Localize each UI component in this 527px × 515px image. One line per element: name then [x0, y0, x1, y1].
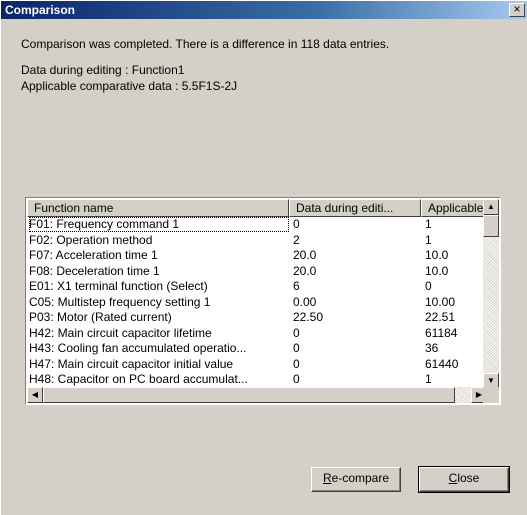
- table-row[interactable]: F01: Frequency command 1 0 1: [27, 217, 487, 232]
- scroll-up-icon[interactable]: ▲: [483, 199, 499, 215]
- applicable-data-cell: 22.51: [425, 310, 456, 324]
- editing-data-cell: 6: [293, 279, 300, 293]
- column-function-name[interactable]: Function name: [27, 199, 289, 217]
- editing-data-cell: 0: [293, 372, 300, 386]
- applicable-data-cell: 61440: [425, 356, 459, 371]
- table-row[interactable]: F02: Operation method 2 1: [27, 233, 487, 248]
- editing-data-cell: 0: [293, 217, 300, 231]
- applicable-data-cell: 61184: [425, 325, 458, 340]
- close-label: lose: [457, 471, 480, 485]
- recompare-accelerator: R: [322, 471, 332, 485]
- horizontal-scrollbar[interactable]: ◀ ▶: [27, 387, 487, 403]
- table-row[interactable]: H42: Main circuit capacitor lifetime 0 611…: [27, 326, 487, 341]
- editing-data-cell: 20.0: [293, 248, 317, 262]
- recompare-label: e-compare: [331, 471, 390, 485]
- editing-data-cell: 0: [293, 356, 300, 371]
- dialog-title: Comparison: [5, 3, 76, 17]
- editing-data-cell: 0: [293, 325, 300, 340]
- applicable-data-cell: 10.0: [425, 263, 449, 278]
- close-button[interactable]: Close: [418, 466, 510, 493]
- function-name-cell: F08: Deceleration time 1: [29, 263, 160, 278]
- editing-data-cell: 0: [293, 341, 300, 355]
- applicable-data-cell: 0: [425, 279, 432, 293]
- applicable-data-cell: 36: [425, 341, 439, 355]
- applicable-data-cell: 10.0: [425, 248, 449, 262]
- function-name-cell: H47: Main circuit capacitor initial valu…: [29, 356, 234, 371]
- table-row[interactable]: C05: Multistep frequency setting 1 0.00 10…: [27, 295, 487, 310]
- function-name-cell: H43: Cooling fan accumulated operatio...: [29, 341, 247, 355]
- table-row[interactable]: F07: Acceleration time 1 20.0 10.0: [27, 248, 487, 263]
- table-row[interactable]: H43: Cooling fan accumulated operatio...…: [27, 341, 487, 356]
- function-name-cell: H48: Capacitor on PC board accumulat...: [29, 372, 248, 386]
- function-name-cell: F07: Acceleration time 1: [29, 248, 158, 262]
- scrollbar-corner: [483, 387, 499, 403]
- editing-data-text: Data during editing : Function1: [21, 63, 185, 77]
- close-icon[interactable]: ×: [509, 3, 525, 17]
- scroll-left-icon[interactable]: ◀: [27, 387, 43, 403]
- editing-data-cell: 22.50: [293, 310, 324, 324]
- applicable-data-cell: 10.00: [425, 294, 456, 309]
- vertical-scrollbar[interactable]: ▲ ▼: [483, 199, 499, 389]
- editing-data-cell: 0.00: [293, 294, 317, 309]
- vertical-scroll-thumb[interactable]: [483, 215, 499, 237]
- list-rows: F01: Frequency command 1 0 1 F02: Operation…: [27, 217, 487, 390]
- applicable-data-text: Applicable comparative data : 5.5F1S-2J: [21, 79, 238, 93]
- function-name-cell: F02: Operation method: [29, 232, 153, 247]
- applicable-data-cell: 1: [425, 217, 432, 231]
- editing-data-cell: 20.0: [293, 263, 317, 278]
- horizontal-scroll-thumb[interactable]: [43, 387, 455, 403]
- comparison-dialog: Comparison × Comparison was completed. T…: [0, 0, 527, 515]
- editing-data-cell: 2: [293, 232, 300, 247]
- summary-text: Comparison was completed. There is a dif…: [21, 37, 390, 51]
- function-name-cell: H42: Main circuit capacitor lifetime: [29, 325, 212, 340]
- table-row[interactable]: H47: Main circuit capacitor initial valu…: [27, 357, 487, 372]
- function-name-cell: P03: Motor (Rated current): [29, 310, 172, 324]
- list-header: Function name Data during editi... Appli…: [27, 199, 495, 217]
- applicable-data-cell: 1: [425, 372, 432, 386]
- table-row[interactable]: F08: Deceleration time 1 20.0 10.0: [27, 264, 487, 279]
- table-row[interactable]: E01: X1 terminal function (Select) 6 0: [27, 279, 487, 294]
- function-name-cell: E01: X1 terminal function (Select): [29, 279, 208, 293]
- title-bar[interactable]: Comparison ×: [1, 1, 527, 19]
- comparison-list[interactable]: Function name Data during editi... Appli…: [25, 197, 501, 405]
- applicable-data-cell: 1: [425, 232, 432, 247]
- function-name-cell: F01: Frequency command 1: [29, 217, 289, 232]
- recompare-button[interactable]: Re-compare: [311, 467, 401, 492]
- table-row[interactable]: H48: Capacitor on PC board accumulat... 0…: [27, 372, 487, 387]
- column-data-during-editing[interactable]: Data during editi...: [289, 199, 421, 217]
- table-row[interactable]: P03: Motor (Rated current) 22.50 22.51: [27, 310, 487, 325]
- function-name-cell: C05: Multistep frequency setting 1: [29, 294, 211, 309]
